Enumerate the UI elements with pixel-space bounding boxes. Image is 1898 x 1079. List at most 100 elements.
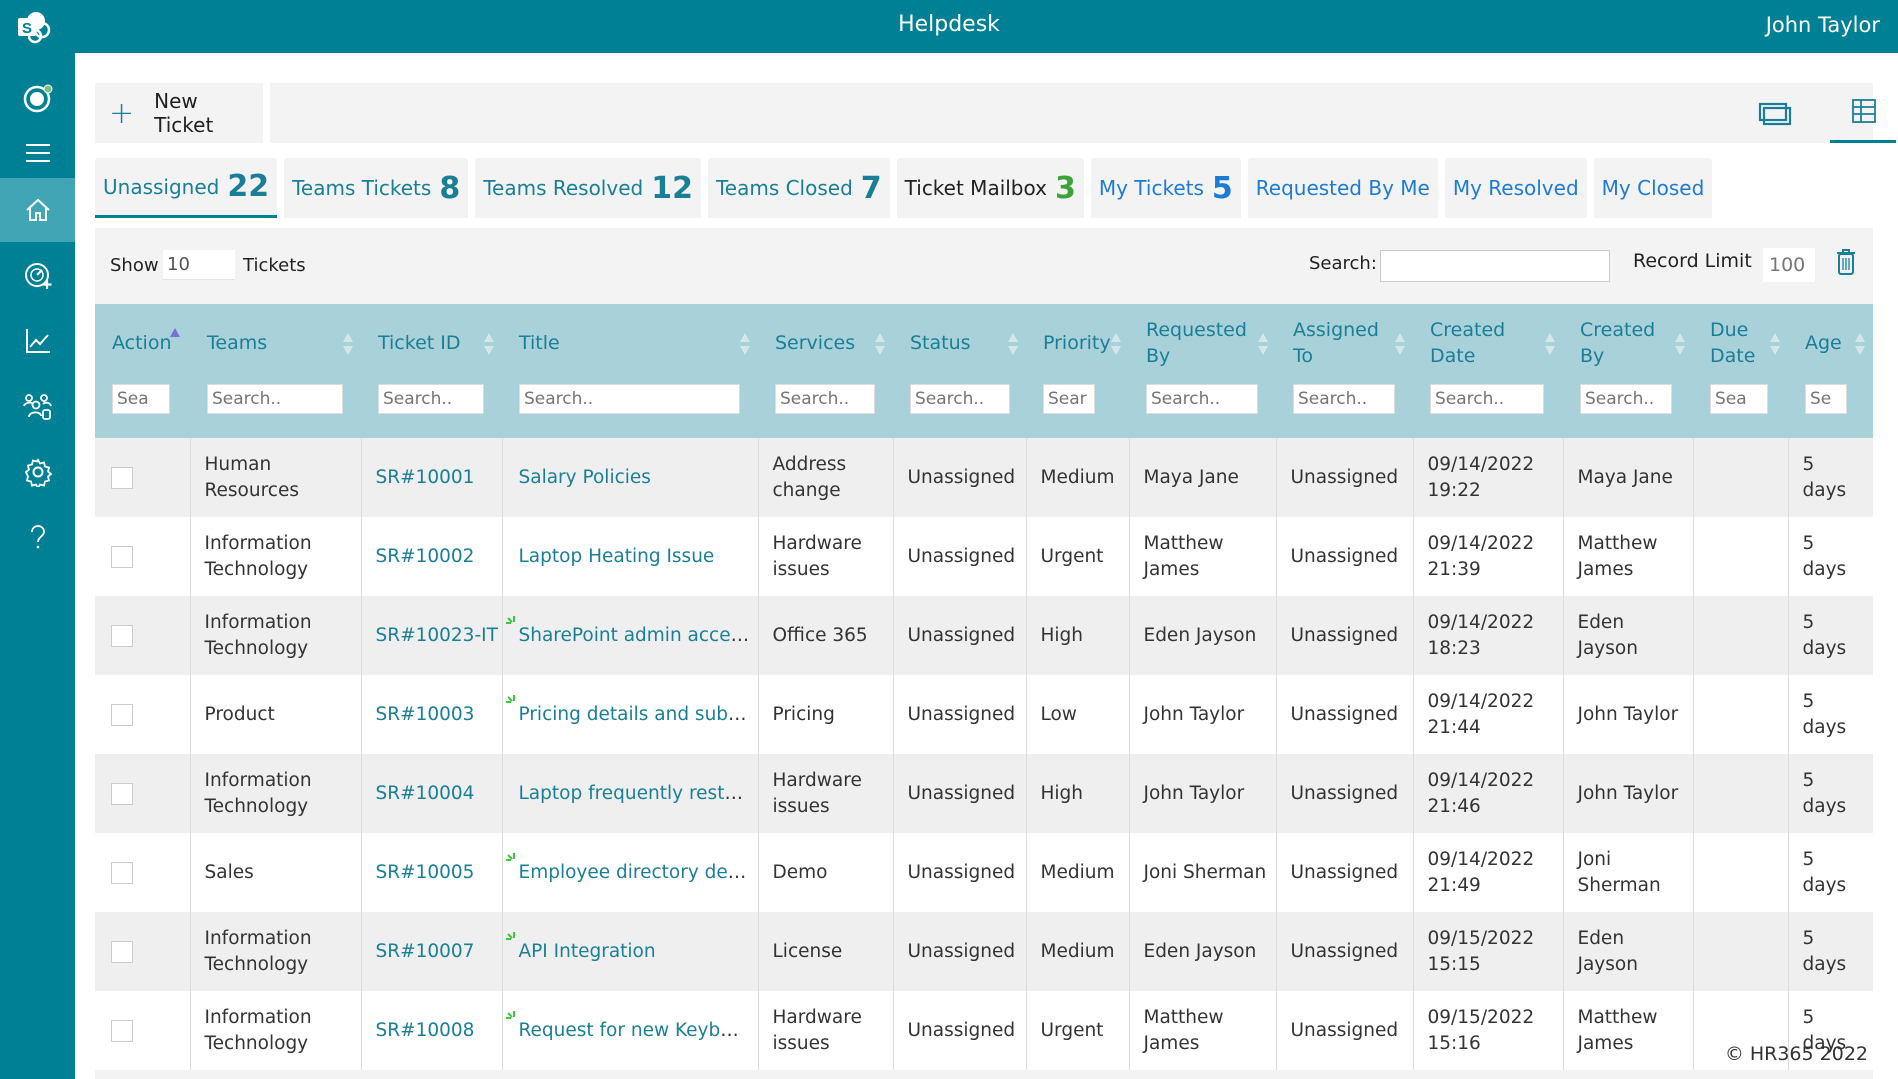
search-due-date[interactable] xyxy=(1710,384,1768,414)
ticket-id-link[interactable]: SR#10023-IT xyxy=(360,596,502,675)
row-checkbox[interactable] xyxy=(111,940,133,963)
sidebar-item-help[interactable] xyxy=(0,505,75,569)
table-row[interactable]: Information Technology SR#10023-IT SharePo… xyxy=(95,596,1873,675)
table-row[interactable]: Information Technology SR#10002 Laptop Hea… xyxy=(95,517,1873,596)
col-header-priority[interactable]: Priority xyxy=(1026,304,1129,384)
search-created-date[interactable] xyxy=(1430,384,1544,414)
cell-requested-by: John Taylor xyxy=(1128,675,1276,754)
ticket-id-link[interactable]: SR#10008 xyxy=(360,991,502,1070)
col-header-created-date[interactable]: Created Date xyxy=(1413,304,1563,384)
cell-created-by: Maya Jane xyxy=(1562,438,1693,517)
ticket-title-link[interactable]: API Integration xyxy=(519,941,656,962)
col-header-status[interactable]: Status xyxy=(893,304,1026,384)
ticket-title-link[interactable]: Request for new Keyboard... xyxy=(519,1020,759,1041)
search-age[interactable] xyxy=(1805,384,1847,414)
ticket-id-link[interactable]: SR#10004 xyxy=(360,754,502,833)
table-row[interactable]: Information Technology SR#10008 Request fo… xyxy=(95,991,1873,1070)
row-checkbox[interactable] xyxy=(111,703,133,726)
sidebar-item-menu[interactable] xyxy=(0,121,75,185)
sidebar-item-home[interactable] xyxy=(0,178,75,242)
ticket-title-link[interactable]: Pricing details and subscript xyxy=(519,704,759,725)
table-row[interactable]: Sales SR#10005 Employee directory demo Demo… xyxy=(95,833,1873,912)
tab-my-resolved[interactable]: My Resolved xyxy=(1444,158,1587,218)
ticket-title-link[interactable]: Laptop Heating Issue xyxy=(519,546,715,567)
tab-requested-by-me[interactable]: Requested By Me xyxy=(1247,158,1438,218)
sidebar-item-users[interactable] xyxy=(0,374,75,438)
cell-status: Unassigned xyxy=(892,991,1026,1070)
page-size-input[interactable] xyxy=(163,250,235,280)
search-assigned-to[interactable] xyxy=(1293,384,1395,414)
row-checkbox[interactable] xyxy=(111,624,133,647)
tab-teams-tickets[interactable]: Teams Tickets 8 xyxy=(284,158,469,218)
search-action[interactable] xyxy=(112,384,170,414)
col-header-assigned-to[interactable]: Assigned To xyxy=(1276,304,1413,384)
ticket-id-link[interactable]: SR#10005 xyxy=(360,833,502,912)
search-title[interactable] xyxy=(519,384,740,414)
new-ticket-icon xyxy=(505,1011,515,1019)
row-checkbox[interactable] xyxy=(111,782,133,805)
tab-my-closed[interactable]: My Closed xyxy=(1593,158,1713,218)
search-created-by[interactable] xyxy=(1580,384,1672,414)
card-view-button[interactable] xyxy=(1742,83,1808,143)
record-limit-input[interactable] xyxy=(1763,248,1815,282)
col-header-age[interactable]: Age xyxy=(1788,304,1873,384)
sidebar-item-dashboard[interactable] xyxy=(0,244,75,308)
new-ticket-icon xyxy=(505,616,515,624)
row-checkbox[interactable] xyxy=(111,466,133,489)
cell-team: Information Technology xyxy=(189,991,361,1070)
ticket-title-link[interactable]: SharePoint admin access xyxy=(519,625,750,646)
col-header-due-date[interactable]: Due Date xyxy=(1693,304,1788,384)
tab-count: 22 xyxy=(227,169,270,204)
col-header-services[interactable]: Services xyxy=(758,304,893,384)
user-name[interactable]: John Taylor xyxy=(1766,13,1880,37)
col-header-action[interactable]: Action xyxy=(95,304,190,384)
cell-created-by: John Taylor xyxy=(1562,754,1693,833)
sort-icon xyxy=(1675,333,1685,355)
cell-due-date xyxy=(1692,675,1788,754)
ticket-title-link[interactable]: Employee directory demo xyxy=(519,862,758,883)
row-checkbox[interactable] xyxy=(111,861,133,884)
new-ticket-button[interactable]: + New Ticket xyxy=(95,83,263,143)
ticket-title-link[interactable]: Salary Policies xyxy=(519,467,651,488)
tab-unassigned[interactable]: Unassigned 22 xyxy=(95,158,278,218)
sidebar-item-settings[interactable] xyxy=(0,440,75,504)
ticket-id-link[interactable]: SR#10002 xyxy=(360,517,502,596)
trash-icon[interactable] xyxy=(1835,248,1857,276)
ticket-title-link[interactable]: Laptop frequently restar... xyxy=(519,783,759,804)
cell-age: 5 days xyxy=(1787,675,1873,754)
new-ticket-label: New Ticket xyxy=(154,89,214,137)
row-checkbox[interactable] xyxy=(111,545,133,568)
table-row[interactable]: Human Resources SR#10001 Salary Policies Ad… xyxy=(95,438,1873,517)
table-row[interactable]: Information Technology SR#10007 API Integr… xyxy=(95,912,1873,991)
tab-ticket-mailbox[interactable]: Ticket Mailbox 3 xyxy=(896,158,1084,218)
global-search-input[interactable] xyxy=(1380,250,1610,282)
table-row[interactable]: Product SR#10003 Pricing details and subsc… xyxy=(95,675,1873,754)
table-view-button[interactable] xyxy=(1830,83,1896,143)
cell-requested-by: Joni Sherman xyxy=(1128,833,1276,912)
col-header-requested-by[interactable]: Requested By xyxy=(1129,304,1276,384)
search-status[interactable] xyxy=(910,384,1010,414)
table-row[interactable]: Information Technology SR#10004 Laptop fre… xyxy=(95,754,1873,833)
ticket-id-link[interactable]: SR#10001 xyxy=(360,438,502,517)
search-ticket-id[interactable] xyxy=(378,384,484,414)
col-header-ticket-id[interactable]: Ticket ID xyxy=(361,304,502,384)
sort-icon xyxy=(1545,333,1555,355)
row-checkbox[interactable] xyxy=(111,1019,133,1042)
search-teams[interactable] xyxy=(207,384,343,414)
search-services[interactable] xyxy=(775,384,875,414)
ticket-id-link[interactable]: SR#10003 xyxy=(360,675,502,754)
cell-created-date: 09/14/2022 18:23 xyxy=(1412,596,1563,675)
search-priority[interactable] xyxy=(1043,384,1095,414)
search-requested-by[interactable] xyxy=(1146,384,1258,414)
sidebar-item-reports[interactable] xyxy=(0,309,75,373)
col-header-teams[interactable]: Teams xyxy=(190,304,361,384)
sharepoint-logo-icon[interactable]: S xyxy=(16,10,52,44)
cell-title: Laptop frequently restar... xyxy=(501,754,759,833)
tab-my-tickets[interactable]: My Tickets 5 xyxy=(1090,158,1241,218)
col-header-title[interactable]: Title xyxy=(502,304,758,384)
cell-created-by: John Taylor xyxy=(1562,675,1693,754)
tab-teams-resolved[interactable]: Teams Resolved 12 xyxy=(475,158,701,218)
tab-teams-closed[interactable]: Teams Closed 7 xyxy=(707,158,890,218)
ticket-id-link[interactable]: SR#10007 xyxy=(360,912,502,991)
col-header-created-by[interactable]: Created By xyxy=(1563,304,1693,384)
